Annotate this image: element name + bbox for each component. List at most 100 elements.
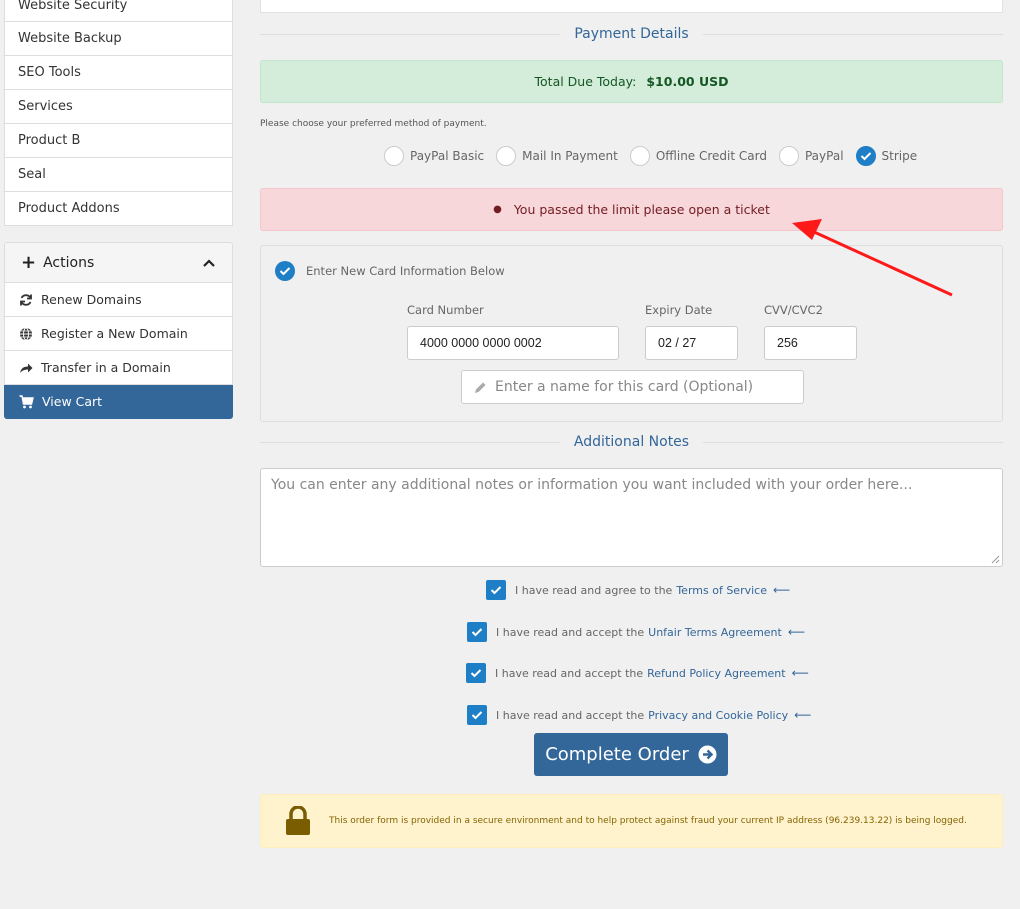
agree-unfair-terms[interactable]: I have read and accept the Unfair Terms … [467, 622, 805, 642]
checkbox-checked[interactable] [467, 705, 487, 725]
check-icon [470, 669, 482, 678]
secure-notice: This order form is provided in a secure … [260, 794, 1003, 848]
card-info-panel: Enter New Card Information Below Card Nu… [260, 245, 1003, 422]
new-card-option[interactable]: Enter New Card Information Below [275, 261, 505, 281]
sidebar-item-seal[interactable]: Seal [4, 158, 233, 192]
action-label: Transfer in a Domain [41, 360, 171, 375]
payment-methods: PayPal Basic Mail In Payment Offline Cre… [384, 146, 929, 166]
arrow-circle-right-icon [698, 745, 717, 764]
previous-panel [260, 0, 1003, 13]
pencil-icon [475, 382, 486, 393]
agree-terms-of-service[interactable]: I have read and agree to the Terms of Se… [486, 580, 790, 600]
actions-title: Actions [43, 254, 95, 271]
check-icon [471, 711, 483, 720]
action-register-domain[interactable]: Register a New Domain [4, 317, 233, 351]
total-value: $10.00 USD [646, 74, 729, 89]
action-label: Renew Domains [41, 292, 142, 307]
bullet-icon: ● [493, 204, 502, 215]
action-label: Register a New Domain [41, 326, 188, 341]
payment-method-label: Mail In Payment [522, 149, 618, 163]
divider [260, 441, 560, 443]
expiry-date-label: Expiry Date [645, 303, 713, 317]
checkbox-checked[interactable] [486, 580, 506, 600]
agreement-text: I have read and agree to the [515, 583, 673, 597]
action-view-cart[interactable]: View Cart [4, 385, 233, 419]
agree-privacy-policy[interactable]: I have read and accept the Privacy and C… [467, 705, 811, 725]
sidebar-item-product-b[interactable]: Product B [4, 124, 233, 158]
radio-button[interactable] [629, 146, 650, 166]
card-name-placeholder: Enter a name for this card (Optional) [495, 379, 754, 395]
section-title: Additional Notes [573, 434, 690, 450]
refresh-icon [20, 293, 32, 306]
arrow-left-icon: ⟵ [772, 583, 791, 597]
additional-notes-heading: Additional Notes [260, 432, 1004, 452]
checkbox-checked[interactable] [467, 622, 487, 642]
actions-header[interactable]: + Actions [4, 242, 233, 283]
payment-prompt: Please choose your preferred method of p… [260, 119, 487, 129]
terms-of-service-link[interactable]: Terms of Service [676, 584, 767, 597]
card-number-input[interactable]: 4000 0000 0000 0002 [407, 326, 619, 360]
cart-icon [19, 394, 34, 408]
agreement-text: I have read and accept the [495, 666, 644, 680]
action-label: View Cart [42, 394, 103, 409]
checkbox-checked[interactable] [466, 663, 486, 683]
arrow-left-icon: ⟵ [791, 666, 809, 680]
radio-button-selected[interactable] [275, 261, 295, 281]
notes-placeholder: You can enter any additional notes or in… [271, 477, 913, 493]
radio-button[interactable] [778, 146, 799, 166]
sidebar-item-seo-tools[interactable]: SEO Tools [4, 56, 233, 90]
error-alert: ● You passed the limit please open a tic… [260, 188, 1003, 231]
agreement-text: I have read and accept the [496, 625, 645, 639]
chevron-up-icon[interactable] [202, 258, 216, 268]
payment-method-mail-in[interactable]: Mail In Payment [496, 146, 618, 166]
cvv-input[interactable]: 256 [764, 326, 857, 360]
agreement-text: I have read and accept the [496, 708, 645, 722]
globe-icon [20, 327, 32, 340]
payment-method-label: Offline Credit Card [655, 149, 767, 163]
sidebar-category-list: Website Security Website Backup SEO Tool… [4, 0, 233, 226]
payment-method-label: Stripe [881, 149, 918, 163]
plus-icon: + [21, 251, 37, 273]
expiry-date-input[interactable]: 02 / 27 [645, 326, 738, 360]
sidebar-item-website-security[interactable]: Website Security [4, 0, 233, 22]
action-transfer-domain[interactable]: Transfer in a Domain [4, 351, 233, 385]
complete-order-label: Complete Order [545, 744, 689, 765]
unfair-terms-link[interactable]: Unfair Terms Agreement [648, 626, 782, 639]
section-title: Payment Details [574, 26, 689, 42]
sidebar-item-website-backup[interactable]: Website Backup [4, 22, 233, 56]
radio-button[interactable] [384, 146, 404, 166]
total-label: Total Due Today: [534, 74, 637, 89]
sidebar-item-product-addons[interactable]: Product Addons [4, 192, 233, 226]
complete-order-button[interactable]: Complete Order [534, 733, 728, 776]
payment-method-paypal-basic[interactable]: PayPal Basic [384, 146, 484, 166]
payment-method-offline-cc[interactable]: Offline Credit Card [629, 146, 767, 166]
error-message: You passed the limit please open a ticke… [513, 202, 770, 217]
sidebar-item-services[interactable]: Services [4, 90, 233, 124]
additional-notes-textarea[interactable]: You can enter any additional notes or in… [260, 468, 1003, 567]
payment-method-label: PayPal [804, 149, 844, 163]
radio-button[interactable] [496, 146, 517, 166]
divider [702, 33, 1003, 35]
check-icon [490, 586, 502, 595]
resize-grip-icon[interactable] [991, 555, 1000, 564]
share-arrow-icon [20, 363, 33, 373]
radio-button-selected[interactable] [855, 146, 876, 166]
action-renew-domains[interactable]: Renew Domains [4, 283, 233, 317]
payment-method-label: PayPal Basic [410, 149, 485, 163]
payment-method-stripe[interactable]: Stripe [855, 146, 918, 166]
cvv-label: CVV/CVC2 [764, 303, 823, 317]
privacy-policy-link[interactable]: Privacy and Cookie Policy [648, 709, 788, 722]
actions-panel: + Actions Renew Domains Register a New D… [4, 242, 233, 419]
payment-method-paypal[interactable]: PayPal [778, 146, 844, 166]
payment-details-heading: Payment Details [260, 24, 1003, 44]
agree-refund-policy[interactable]: I have read and accept the Refund Policy… [466, 663, 809, 683]
check-icon [279, 267, 291, 276]
card-name-input[interactable]: Enter a name for this card (Optional) [461, 370, 804, 404]
refund-policy-link[interactable]: Refund Policy Agreement [647, 667, 785, 680]
divider [703, 441, 1004, 443]
new-card-label: Enter New Card Information Below [306, 264, 505, 278]
secure-notice-text: This order form is provided in a secure … [329, 815, 967, 826]
card-number-label: Card Number [407, 303, 484, 317]
arrow-left-icon: ⟵ [794, 708, 812, 722]
arrow-left-icon: ⟵ [787, 625, 806, 639]
